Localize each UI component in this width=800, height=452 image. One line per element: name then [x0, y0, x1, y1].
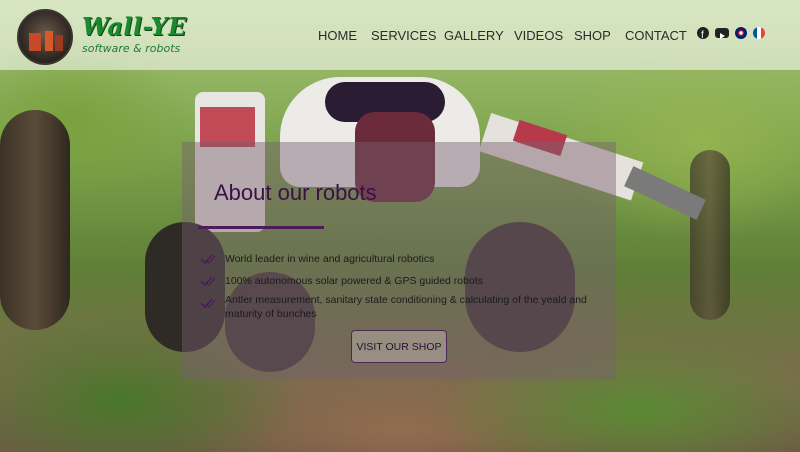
feature-bullet: 100% autonomous solar powered & GPS guid… [225, 275, 483, 287]
checkmark-icon [200, 296, 216, 309]
nav-contact[interactable]: CONTACT [625, 28, 687, 43]
nav-gallery[interactable]: GALLERY [444, 28, 504, 43]
svg-text:f: f [701, 30, 704, 40]
feature-bullet: World leader in wine and agricultural ro… [225, 253, 435, 265]
logo-avatar[interactable] [17, 9, 73, 65]
facebook-icon[interactable]: f [697, 27, 709, 41]
brand-logo[interactable]: Wall-YE software & robots [82, 12, 187, 56]
visit-shop-button[interactable]: VISIT OUR SHOP [351, 330, 447, 363]
youtube-icon[interactable] [715, 28, 729, 39]
checkmark-icon [200, 274, 216, 287]
brand-subtitle: software & robots [82, 42, 181, 55]
nav-services[interactable]: SERVICES [371, 28, 437, 43]
france-flag-icon[interactable] [753, 27, 765, 39]
nav-home[interactable]: HOME [318, 28, 357, 43]
title-underline [198, 226, 324, 229]
vine-trunk [0, 110, 70, 330]
section-title: About our robots [214, 180, 377, 205]
uk-flag-icon[interactable] [735, 27, 747, 39]
nav-videos[interactable]: VIDEOS [514, 28, 563, 43]
site-header: Wall-YE software & robots HOME SERVICES … [0, 0, 800, 70]
checkmark-icon [200, 252, 216, 265]
nav-shop[interactable]: SHOP [574, 28, 611, 43]
brand-title: Wall-YE [82, 12, 187, 41]
feature-bullet: Antler measurement, sanitary state condi… [225, 294, 587, 320]
